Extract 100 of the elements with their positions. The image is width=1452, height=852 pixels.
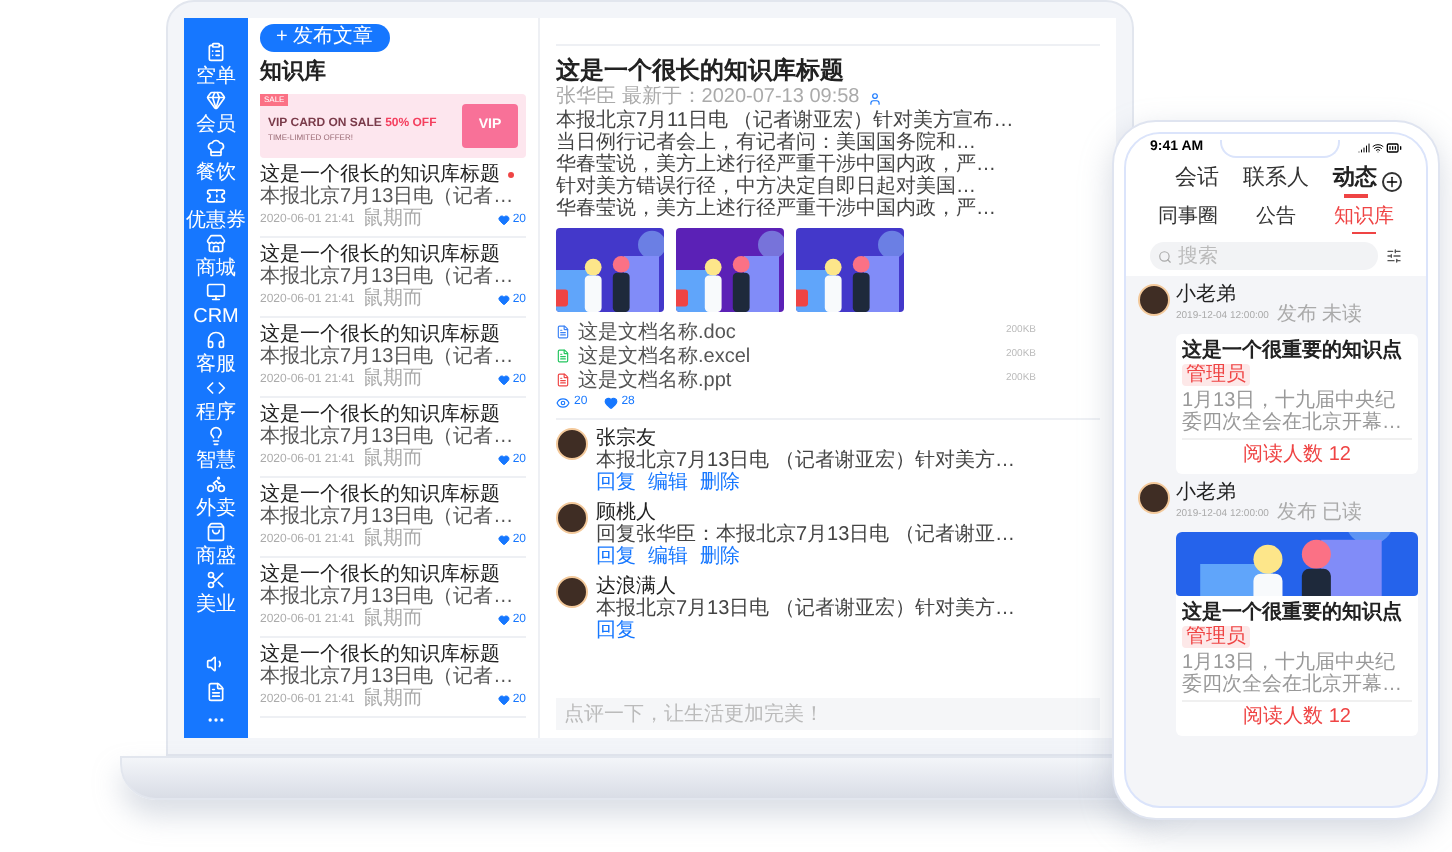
gem-icon	[206, 90, 226, 110]
filter-icon[interactable]	[1386, 248, 1402, 264]
file-name: 这是文档名称.doc	[578, 321, 736, 343]
role-badge: 管理员	[1182, 364, 1250, 386]
heart-icon[interactable]	[603, 396, 618, 410]
item-excerpt: 本报北京7月13日电（记者…	[260, 266, 516, 288]
shopping-bag-icon	[206, 522, 226, 542]
heart-icon[interactable]	[498, 694, 511, 706]
avatar	[1138, 482, 1170, 514]
item-title: 这是一个很长的知识库标题	[260, 164, 500, 186]
avatar	[1138, 284, 1170, 316]
tab[interactable]: 同事圈	[1158, 203, 1218, 235]
lightbulb-icon	[206, 426, 226, 446]
article-paragraph: 华春莹说，美方上述行径严重干涉中国内政，严…	[556, 154, 998, 176]
nav-item[interactable]: CRM	[193, 282, 239, 330]
nav-item[interactable]: 会员	[196, 90, 236, 138]
monitor-icon	[206, 282, 226, 302]
heart-icon[interactable]	[498, 374, 511, 386]
headphones-icon	[206, 330, 226, 350]
tab[interactable]: 公告	[1256, 203, 1296, 235]
item-title: 这是一个很长的知识库标题	[260, 244, 500, 266]
avatar	[556, 502, 588, 534]
nav-item[interactable]: 外卖	[196, 474, 236, 522]
store-icon	[206, 234, 226, 254]
eye-icon	[556, 396, 570, 410]
author-name: 小老弟	[1176, 284, 1238, 306]
publish-button[interactable]: + 发布文章	[260, 24, 390, 52]
person-icon	[867, 91, 882, 105]
heart-icon[interactable]	[498, 214, 511, 226]
nav-item[interactable]: 餐饮	[196, 138, 236, 186]
commenter-name: 张宗友	[596, 428, 656, 450]
file-icon	[556, 324, 570, 340]
bike-icon	[206, 474, 226, 494]
article-paragraph: 针对美方错误行径，中方决定自即日起对美国…	[556, 176, 978, 198]
comment-action-link[interactable]: 删除	[700, 546, 740, 568]
tab[interactable]: 联系人	[1243, 166, 1309, 198]
comment-action-link[interactable]: 删除	[700, 472, 740, 494]
item-excerpt: 本报北京7月13日电（记者…	[260, 506, 516, 528]
comment-text: 回复张华臣：本报北京7月13日电 （记者谢亚…	[596, 524, 1015, 546]
item-author: 鼠期而	[362, 290, 423, 310]
commenter-name: 顾桃人	[596, 502, 656, 524]
item-title: 这是一个很长的知识库标题	[260, 404, 500, 426]
nav-item[interactable]: 空单	[196, 42, 236, 90]
item-excerpt: 本报北京7月13日电（记者…	[260, 586, 516, 608]
knowledge-card[interactable]: 这是一个很重要的知识点 管理员 1月13日，十九届中央纪委四次全会在北京开幕… 阅读人数 12	[1176, 532, 1418, 736]
heart-icon[interactable]	[498, 294, 511, 306]
item-excerpt: 本报北京7月13日电（记者…	[260, 186, 516, 208]
article-paragraph: 本报北京7月11日电 （记者谢亚宏）针对美方宣布…	[556, 110, 1016, 132]
item-title: 这是一个很长的知识库标题	[260, 324, 500, 346]
article-title: 这是一个很长的知识库标题	[556, 54, 846, 85]
nav-item[interactable]: 程序	[196, 378, 236, 426]
speaker-icon[interactable]	[206, 654, 226, 674]
comment-action-link[interactable]: 回复	[596, 472, 636, 494]
avatar	[556, 428, 588, 460]
comment-action-link[interactable]: 回复	[596, 546, 636, 568]
battery-icon	[1386, 140, 1402, 156]
nav-item[interactable]: 优惠券	[186, 186, 246, 234]
read-count: 阅读人数 12	[1182, 700, 1412, 730]
heart-icon[interactable]	[498, 614, 511, 626]
tab[interactable]: 动态	[1333, 166, 1377, 198]
comment-action-link[interactable]: 编辑	[648, 546, 688, 568]
avatar	[556, 576, 588, 608]
comment-text: 本报北京7月13日电 （记者谢亚宏）针对美方…	[596, 450, 1015, 472]
card-text: 1月13日，十九届中央纪委四次全会在北京开幕…	[1182, 652, 1404, 696]
add-icon[interactable]	[1382, 172, 1402, 192]
wifi-icon	[1372, 142, 1384, 154]
item-author: 鼠期而	[362, 210, 423, 230]
item-author: 鼠期而	[362, 690, 423, 710]
item-title: 这是一个很长的知识库标题	[260, 644, 500, 666]
comment-action-link[interactable]: 编辑	[648, 472, 688, 494]
list-title: 知识库	[260, 58, 328, 86]
nav-item[interactable]: 美业	[196, 570, 236, 618]
heart-icon[interactable]	[498, 454, 511, 466]
signal-icon	[1358, 142, 1370, 154]
chef-hat-icon	[206, 138, 226, 158]
clipboard-icon	[206, 42, 226, 62]
card-title: 这是一个很重要的知识点	[1182, 340, 1402, 364]
item-excerpt: 本报北京7月13日电（记者…	[260, 666, 516, 688]
read-count: 阅读人数 12	[1182, 438, 1412, 468]
article-meta: 张华臣 最新于：2020-07-13 09:58	[556, 86, 860, 109]
heart-icon[interactable]	[498, 534, 511, 546]
card-text: 1月13日，十九届中央纪委四次全会在北京开幕…	[1182, 390, 1404, 434]
card-title: 这是一个很重要的知识点	[1182, 602, 1402, 626]
knowledge-card[interactable]: 这是一个很重要的知识点 管理员 1月13日，十九届中央纪委四次全会在北京开幕… 阅读人数 12	[1176, 334, 1418, 474]
item-author: 鼠期而	[362, 450, 423, 470]
nav-item[interactable]: 商城	[196, 234, 236, 282]
comment-field[interactable]: 点评一下，让生活更加完美！	[556, 698, 1100, 730]
tab[interactable]: 知识库	[1334, 203, 1394, 235]
nav-item[interactable]: 客服	[196, 330, 236, 378]
nav-item[interactable]: 商盛	[196, 522, 236, 570]
file-name: 这是文档名称.ppt	[578, 369, 732, 391]
nav-item[interactable]: 智慧	[196, 426, 236, 474]
comment-action-link[interactable]: 回复	[596, 620, 636, 642]
search-field[interactable]: 搜索	[1150, 242, 1378, 270]
document-icon[interactable]	[206, 682, 226, 702]
item-author: 鼠期而	[362, 370, 423, 390]
tab[interactable]: 会话	[1175, 166, 1219, 198]
item-excerpt: 本报北京7月13日电（记者…	[260, 346, 516, 368]
item-author: 鼠期而	[362, 530, 423, 550]
comment-text: 本报北京7月13日电 （记者谢亚宏）针对美方…	[596, 598, 1015, 620]
